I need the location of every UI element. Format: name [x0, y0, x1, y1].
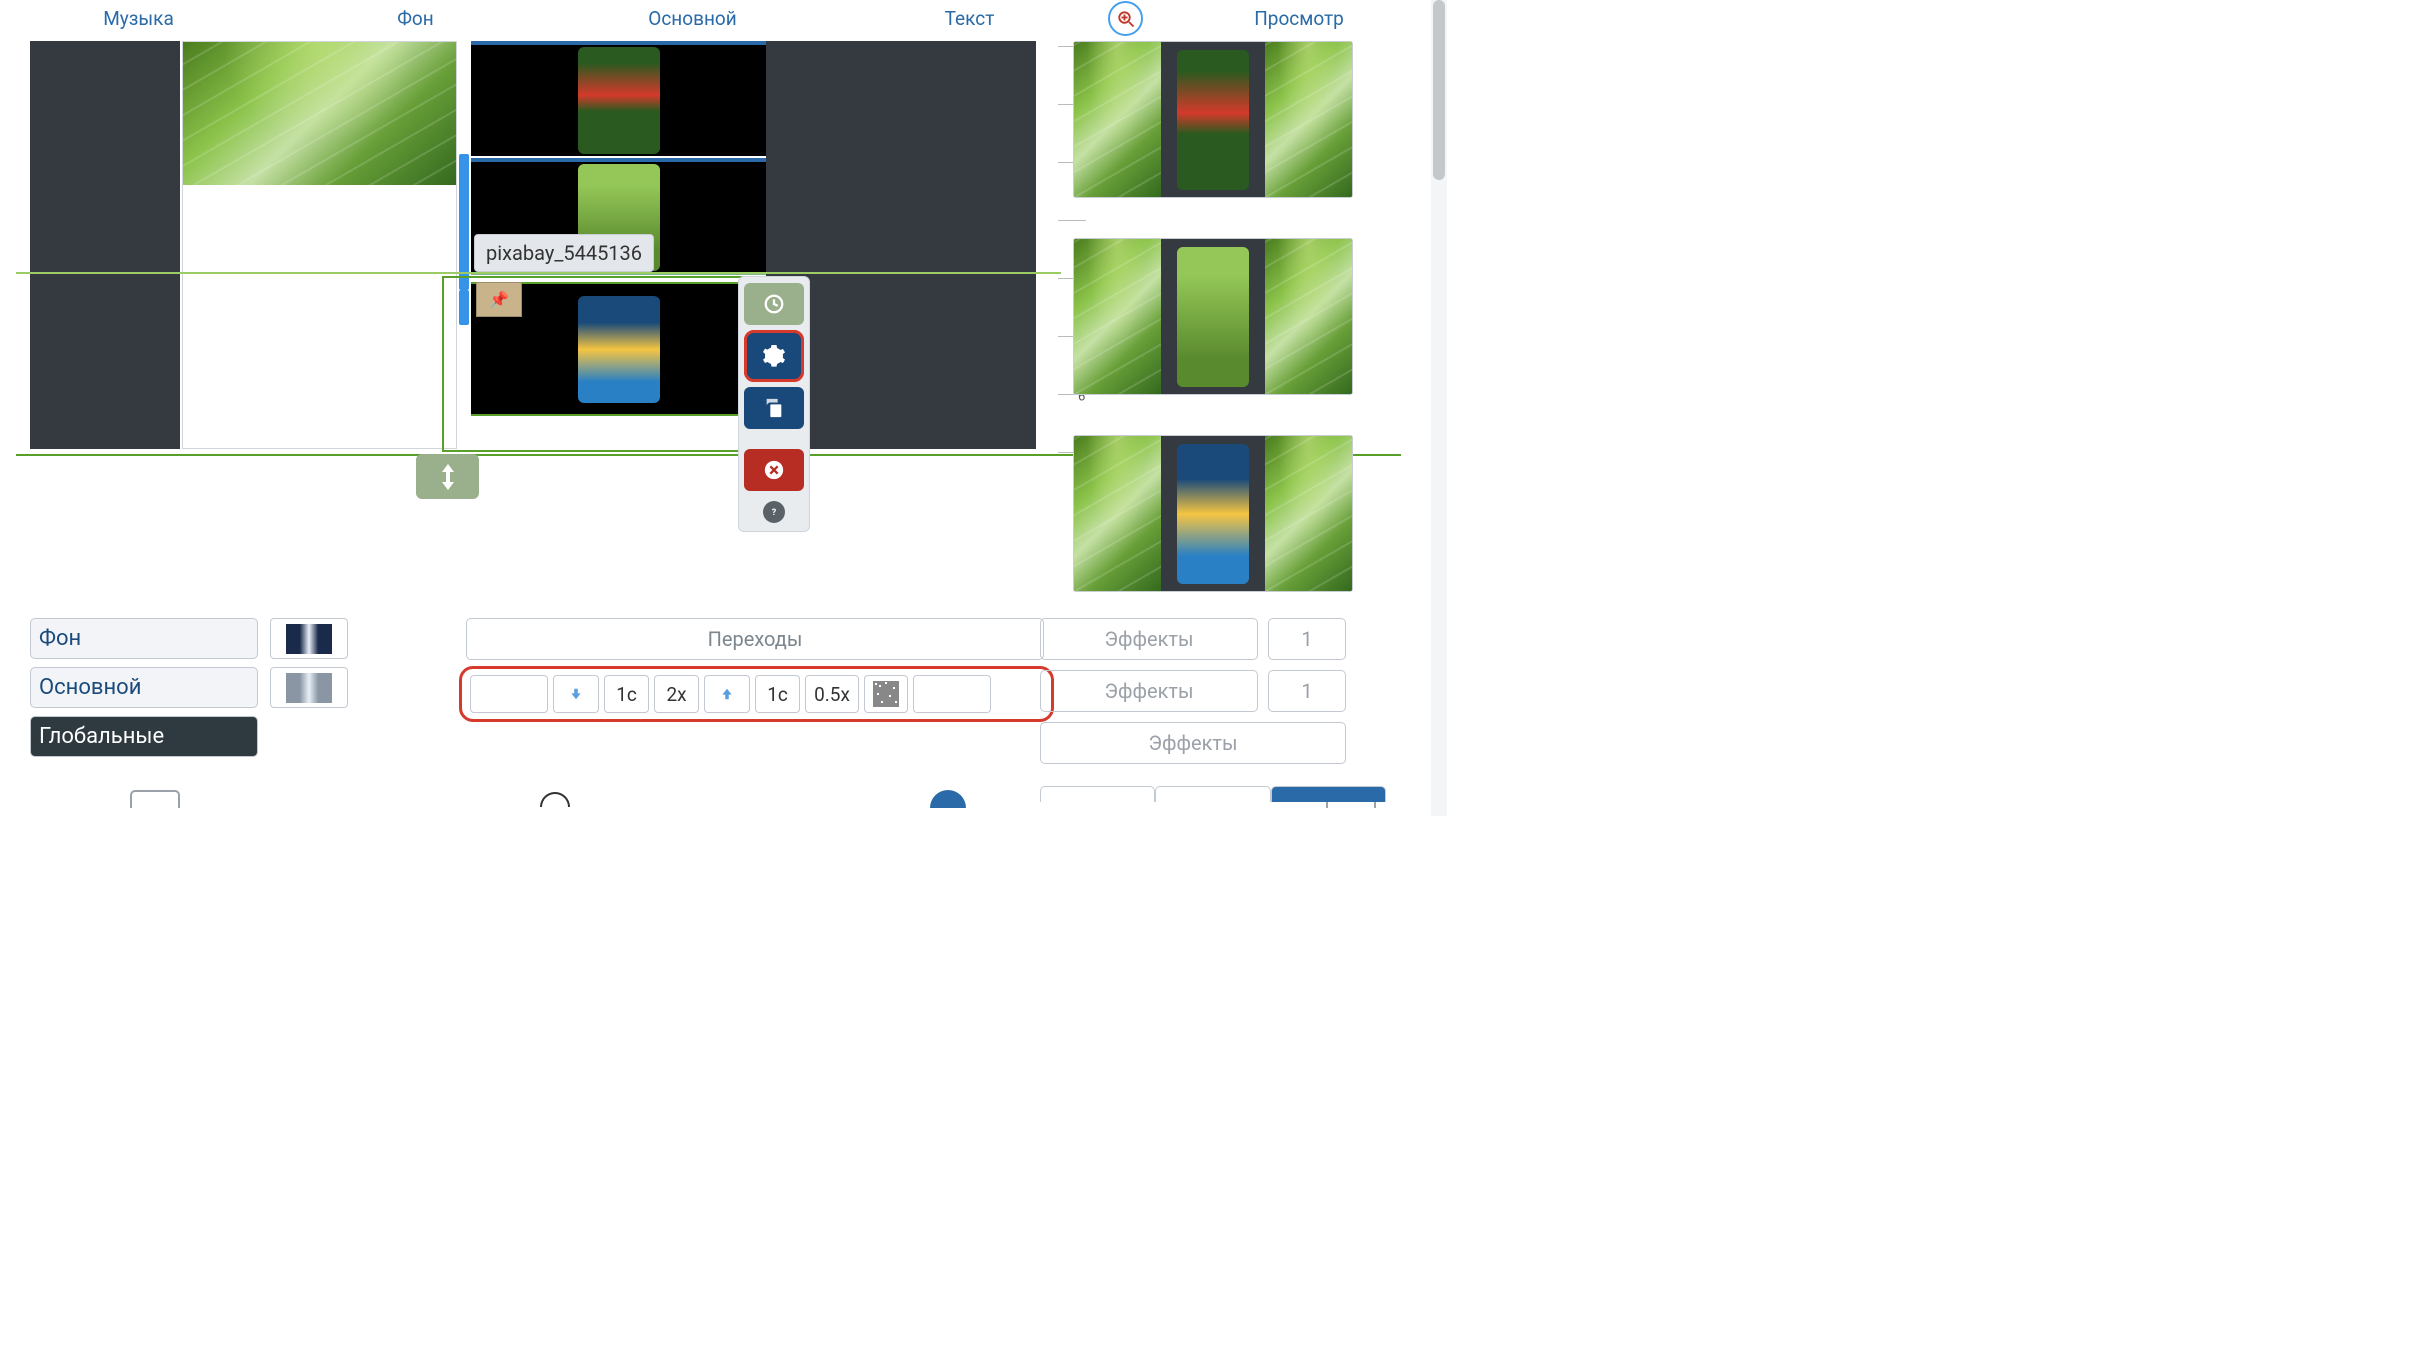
copy-icon — [763, 397, 785, 419]
tab-text[interactable]: Текст — [831, 0, 1108, 38]
layer-icon-main[interactable] — [270, 667, 348, 708]
drag-handle-vertical[interactable] — [416, 454, 479, 499]
effects-count-main[interactable]: 1 — [1268, 670, 1346, 712]
layer-icon-background[interactable] — [270, 618, 348, 659]
pin-icon: 📌 — [489, 290, 509, 309]
transitions-button[interactable]: Переходы — [466, 618, 1044, 660]
vertical-scrollbar[interactable] — [1431, 0, 1447, 816]
clip-duration-button[interactable] — [744, 283, 804, 325]
background-track[interactable] — [182, 41, 457, 449]
noise-icon — [873, 681, 899, 707]
gear-icon — [762, 344, 786, 368]
tab-background[interactable]: Фон — [277, 0, 554, 38]
clip-delete-button[interactable] — [744, 449, 804, 491]
clip-thumb-bird-macaw — [578, 296, 660, 403]
transition-duration-out[interactable]: 1с — [755, 675, 800, 713]
layer-chip-main[interactable]: Основной — [30, 667, 258, 708]
preview-frame-2[interactable] — [1073, 238, 1353, 395]
clip-help-button[interactable]: ? — [763, 501, 785, 523]
preview-bird-2 — [1177, 247, 1249, 387]
tab-music[interactable]: Музыка — [0, 0, 277, 38]
transition-arrow-up[interactable] — [704, 675, 750, 713]
butterfly-dark-icon — [286, 624, 332, 654]
clip-thumb-bird-red — [578, 47, 660, 154]
close-circle-icon — [763, 459, 785, 481]
effects-button-main[interactable]: Эффекты — [1040, 670, 1258, 712]
transition-noise-button[interactable] — [864, 675, 908, 713]
bottom-tab-2[interactable] — [540, 792, 570, 807]
transition-slot-out[interactable] — [913, 675, 991, 713]
transition-arrow-down[interactable] — [553, 675, 599, 713]
music-track[interactable] — [30, 41, 180, 449]
clip-handle-left[interactable] — [459, 154, 469, 290]
clock-icon — [763, 293, 785, 315]
preview-frame-1[interactable] — [1073, 41, 1353, 198]
transition-speed-out[interactable]: 0.5x — [805, 675, 859, 713]
guide-line-1 — [16, 272, 1061, 274]
transition-slot-in[interactable] — [470, 675, 548, 713]
clip-copy-button[interactable] — [744, 387, 804, 429]
drag-arrows-icon — [439, 464, 457, 490]
layer-chip-background[interactable]: Фон — [30, 618, 258, 659]
preview-bird-1 — [1177, 50, 1249, 190]
clip-settings-button[interactable] — [744, 330, 804, 382]
layer-chip-global[interactable]: Глобальные — [30, 716, 258, 757]
background-clip[interactable] — [183, 42, 456, 185]
pin-toggle[interactable]: 📌 — [476, 282, 522, 317]
preview-bird-3 — [1177, 444, 1249, 584]
timeline-ruler: 0 2 4 6 7 — [1036, 41, 1064, 461]
effects-tab-2[interactable] — [1155, 786, 1270, 802]
butterfly-grey-icon — [286, 673, 332, 703]
effects-button-global[interactable]: Эффекты — [1040, 722, 1346, 764]
question-icon: ? — [768, 506, 780, 518]
bottom-tab-3-active[interactable] — [930, 790, 966, 808]
preview-frame-3[interactable] — [1073, 435, 1353, 592]
transition-duration-in[interactable]: 1с — [604, 675, 649, 713]
arrow-down-icon — [569, 687, 583, 701]
arrow-up-icon — [720, 687, 734, 701]
tab-main[interactable]: Основной — [554, 0, 831, 38]
effects-tab-3-active[interactable] — [1271, 786, 1386, 802]
effects-tab-1[interactable] — [1040, 786, 1155, 802]
tab-preview[interactable]: Просмотр — [1149, 0, 1449, 38]
scrollbar-thumb[interactable] — [1433, 0, 1445, 180]
effects-count-bg[interactable]: 1 — [1268, 618, 1346, 660]
transition-speed-in[interactable]: 2x — [654, 675, 699, 713]
svg-text:?: ? — [772, 508, 777, 518]
clip-handle-left-2[interactable] — [459, 290, 469, 325]
zoom-button[interactable] — [1108, 0, 1149, 38]
transitions-row: 1с 2x 1с 0.5x — [459, 666, 1054, 722]
main-clip-1[interactable] — [471, 41, 766, 156]
clip-tooltip: pixabay_5445136 — [474, 234, 654, 272]
clip-context-toolbar: ? — [738, 276, 810, 532]
magnify-plus-icon — [1117, 10, 1135, 28]
effects-button-bg[interactable]: Эффекты — [1040, 618, 1258, 660]
bottom-tab-1[interactable] — [130, 790, 180, 808]
